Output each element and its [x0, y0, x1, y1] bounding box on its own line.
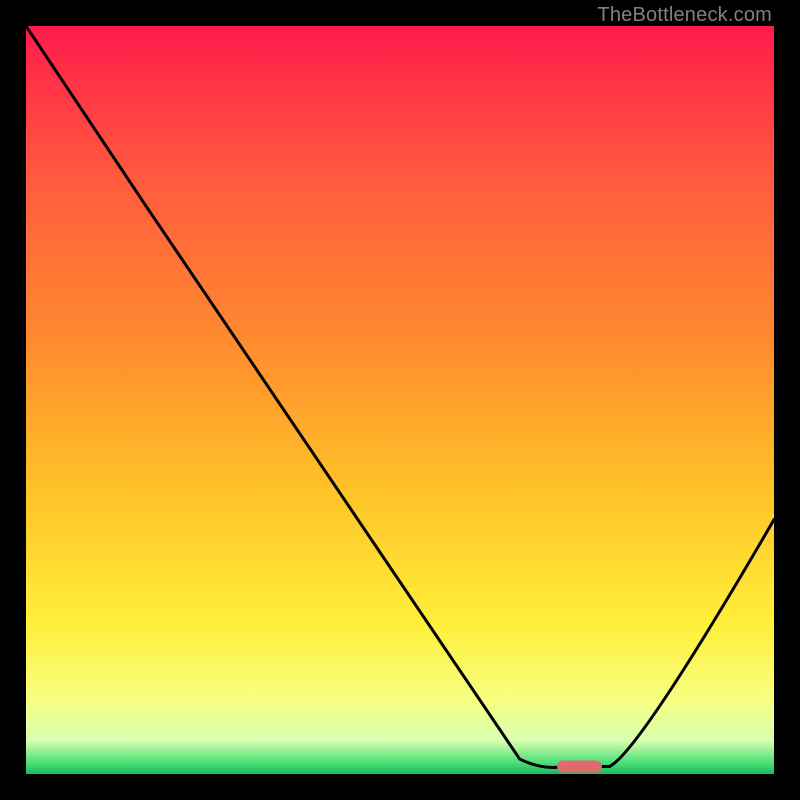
chart-svg: [26, 26, 774, 774]
chart-frame: TheBottleneck.com: [0, 0, 800, 800]
gradient-background: [26, 26, 774, 774]
optimum-marker: [557, 761, 602, 773]
plot-area: [26, 26, 774, 774]
watermark-text: TheBottleneck.com: [597, 4, 772, 27]
